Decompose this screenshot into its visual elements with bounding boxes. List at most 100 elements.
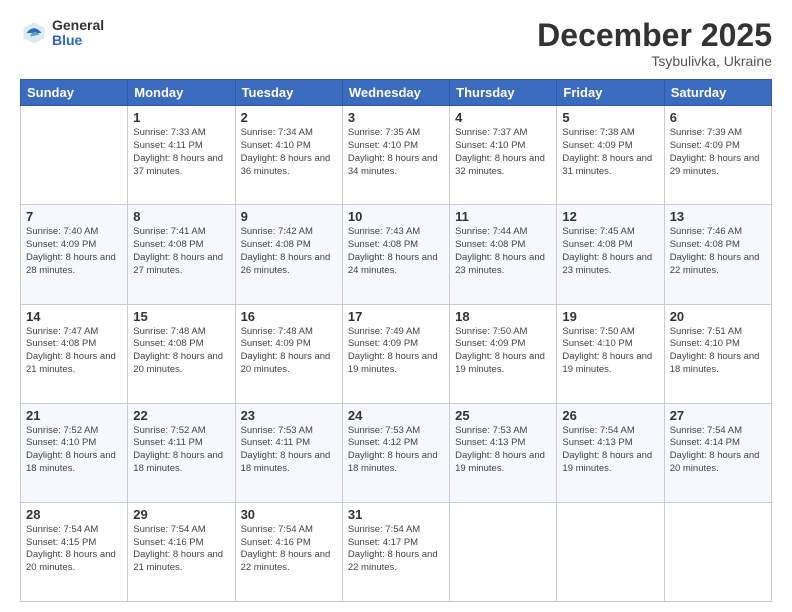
day-info: Sunrise: 7:38 AM Sunset: 4:09 PM Dayligh… (562, 127, 658, 178)
day-cell-3-6: 27 Sunrise: 7:54 AM Sunset: 4:14 PM Dayli… (664, 403, 771, 502)
day-cell-2-0: 14 Sunrise: 7:47 AM Sunset: 4:08 PM Dayli… (21, 304, 128, 403)
day-number: 26 (562, 408, 658, 423)
day-info: Sunrise: 7:53 AM Sunset: 4:11 PM Dayligh… (241, 425, 337, 476)
day-cell-0-4: 4 Sunrise: 7:37 AM Sunset: 4:10 PM Daylig… (450, 106, 557, 205)
day-info: Sunrise: 7:52 AM Sunset: 4:10 PM Dayligh… (26, 425, 122, 476)
day-cell-2-2: 16 Sunrise: 7:48 AM Sunset: 4:09 PM Dayli… (235, 304, 342, 403)
day-cell-4-6 (664, 502, 771, 601)
day-number: 7 (26, 209, 122, 224)
day-number: 23 (241, 408, 337, 423)
day-cell-1-6: 13Sunrise: 7:46 AM Sunset: 4:08 PM Dayli… (664, 205, 771, 304)
day-info: Sunrise: 7:37 AM Sunset: 4:10 PM Dayligh… (455, 127, 551, 178)
day-cell-4-3: 31 Sunrise: 7:54 AM Sunset: 4:17 PM Dayli… (342, 502, 449, 601)
day-info: Sunrise: 7:43 AM Sunset: 4:08 PM Dayligh… (348, 226, 444, 277)
day-number: 14 (26, 309, 122, 324)
header-thursday: Thursday (450, 80, 557, 106)
day-number: 15 (133, 309, 229, 324)
day-info: Sunrise: 7:41 AM Sunset: 4:08 PM Dayligh… (133, 226, 229, 277)
day-number: 27 (670, 408, 766, 423)
header-tuesday: Tuesday (235, 80, 342, 106)
day-cell-0-3: 3Sunrise: 7:35 AM Sunset: 4:10 PM Daylig… (342, 106, 449, 205)
day-cell-4-5 (557, 502, 664, 601)
header-monday: Monday (128, 80, 235, 106)
day-info: Sunrise: 7:48 AM Sunset: 4:08 PM Dayligh… (133, 326, 229, 377)
day-info: Sunrise: 7:34 AM Sunset: 4:10 PM Dayligh… (241, 127, 337, 178)
day-info: Sunrise: 7:54 AM Sunset: 4:16 PM Dayligh… (133, 524, 229, 575)
day-number: 20 (670, 309, 766, 324)
day-cell-4-4 (450, 502, 557, 601)
title-block: December 2025 Tsybulivka, Ukraine (537, 18, 772, 69)
day-cell-1-2: 9 Sunrise: 7:42 AM Sunset: 4:08 PM Daylig… (235, 205, 342, 304)
day-number: 11 (455, 209, 551, 224)
day-cell-0-1: 1 Sunrise: 7:33 AM Sunset: 4:11 PM Daylig… (128, 106, 235, 205)
day-info: Sunrise: 7:54 AM Sunset: 4:15 PM Dayligh… (26, 524, 122, 575)
day-info: Sunrise: 7:53 AM Sunset: 4:12 PM Dayligh… (348, 425, 444, 476)
day-number: 19 (562, 309, 658, 324)
day-cell-2-3: 17Sunrise: 7:49 AM Sunset: 4:09 PM Dayli… (342, 304, 449, 403)
week-row-2: 14 Sunrise: 7:47 AM Sunset: 4:08 PM Dayli… (21, 304, 772, 403)
day-cell-2-6: 20 Sunrise: 7:51 AM Sunset: 4:10 PM Dayli… (664, 304, 771, 403)
day-number: 5 (562, 110, 658, 125)
day-number: 30 (241, 507, 337, 522)
logo-text: General Blue (52, 18, 104, 49)
day-cell-3-4: 25 Sunrise: 7:53 AM Sunset: 4:13 PM Dayli… (450, 403, 557, 502)
day-number: 29 (133, 507, 229, 522)
week-row-0: 1 Sunrise: 7:33 AM Sunset: 4:11 PM Daylig… (21, 106, 772, 205)
day-info: Sunrise: 7:54 AM Sunset: 4:14 PM Dayligh… (670, 425, 766, 476)
day-info: Sunrise: 7:54 AM Sunset: 4:16 PM Dayligh… (241, 524, 337, 575)
day-cell-3-0: 21Sunrise: 7:52 AM Sunset: 4:10 PM Dayli… (21, 403, 128, 502)
day-number: 13 (670, 209, 766, 224)
day-info: Sunrise: 7:40 AM Sunset: 4:09 PM Dayligh… (26, 226, 122, 277)
day-cell-0-2: 2Sunrise: 7:34 AM Sunset: 4:10 PM Daylig… (235, 106, 342, 205)
day-number: 25 (455, 408, 551, 423)
day-number: 1 (133, 110, 229, 125)
day-cell-2-4: 18 Sunrise: 7:50 AM Sunset: 4:09 PM Dayli… (450, 304, 557, 403)
day-info: Sunrise: 7:51 AM Sunset: 4:10 PM Dayligh… (670, 326, 766, 377)
day-info: Sunrise: 7:53 AM Sunset: 4:13 PM Dayligh… (455, 425, 551, 476)
day-number: 10 (348, 209, 444, 224)
day-number: 22 (133, 408, 229, 423)
day-cell-4-2: 30 Sunrise: 7:54 AM Sunset: 4:16 PM Dayli… (235, 502, 342, 601)
day-cell-3-5: 26 Sunrise: 7:54 AM Sunset: 4:13 PM Dayli… (557, 403, 664, 502)
day-info: Sunrise: 7:42 AM Sunset: 4:08 PM Dayligh… (241, 226, 337, 277)
day-info: Sunrise: 7:39 AM Sunset: 4:09 PM Dayligh… (670, 127, 766, 178)
day-cell-1-0: 7 Sunrise: 7:40 AM Sunset: 4:09 PM Daylig… (21, 205, 128, 304)
day-cell-3-2: 23 Sunrise: 7:53 AM Sunset: 4:11 PM Dayli… (235, 403, 342, 502)
day-info: Sunrise: 7:47 AM Sunset: 4:08 PM Dayligh… (26, 326, 122, 377)
day-cell-3-3: 24 Sunrise: 7:53 AM Sunset: 4:12 PM Dayli… (342, 403, 449, 502)
day-number: 4 (455, 110, 551, 125)
logo-general-text: General (52, 18, 104, 33)
page: General Blue December 2025 Tsybulivka, U… (0, 0, 792, 612)
day-number: 16 (241, 309, 337, 324)
day-number: 9 (241, 209, 337, 224)
weekday-header-row: Sunday Monday Tuesday Wednesday Thursday… (21, 80, 772, 106)
day-cell-1-3: 10 Sunrise: 7:43 AM Sunset: 4:08 PM Dayli… (342, 205, 449, 304)
week-row-1: 7 Sunrise: 7:40 AM Sunset: 4:09 PM Daylig… (21, 205, 772, 304)
day-number: 18 (455, 309, 551, 324)
header-friday: Friday (557, 80, 664, 106)
header-wednesday: Wednesday (342, 80, 449, 106)
day-number: 24 (348, 408, 444, 423)
day-cell-1-5: 12Sunrise: 7:45 AM Sunset: 4:08 PM Dayli… (557, 205, 664, 304)
day-cell-4-0: 28Sunrise: 7:54 AM Sunset: 4:15 PM Dayli… (21, 502, 128, 601)
day-cell-3-1: 22 Sunrise: 7:52 AM Sunset: 4:11 PM Dayli… (128, 403, 235, 502)
week-row-4: 28Sunrise: 7:54 AM Sunset: 4:15 PM Dayli… (21, 502, 772, 601)
logo: General Blue (20, 18, 104, 49)
day-info: Sunrise: 7:48 AM Sunset: 4:09 PM Dayligh… (241, 326, 337, 377)
day-number: 6 (670, 110, 766, 125)
day-number: 3 (348, 110, 444, 125)
logo-icon (20, 19, 48, 47)
day-cell-1-4: 11Sunrise: 7:44 AM Sunset: 4:08 PM Dayli… (450, 205, 557, 304)
day-info: Sunrise: 7:50 AM Sunset: 4:10 PM Dayligh… (562, 326, 658, 377)
day-cell-2-1: 15 Sunrise: 7:48 AM Sunset: 4:08 PM Dayli… (128, 304, 235, 403)
day-info: Sunrise: 7:33 AM Sunset: 4:11 PM Dayligh… (133, 127, 229, 178)
day-info: Sunrise: 7:45 AM Sunset: 4:08 PM Dayligh… (562, 226, 658, 277)
day-info: Sunrise: 7:50 AM Sunset: 4:09 PM Dayligh… (455, 326, 551, 377)
day-number: 8 (133, 209, 229, 224)
day-cell-2-5: 19 Sunrise: 7:50 AM Sunset: 4:10 PM Dayli… (557, 304, 664, 403)
week-row-3: 21Sunrise: 7:52 AM Sunset: 4:10 PM Dayli… (21, 403, 772, 502)
day-info: Sunrise: 7:52 AM Sunset: 4:11 PM Dayligh… (133, 425, 229, 476)
day-info: Sunrise: 7:54 AM Sunset: 4:17 PM Dayligh… (348, 524, 444, 575)
day-number: 31 (348, 507, 444, 522)
day-info: Sunrise: 7:54 AM Sunset: 4:13 PM Dayligh… (562, 425, 658, 476)
